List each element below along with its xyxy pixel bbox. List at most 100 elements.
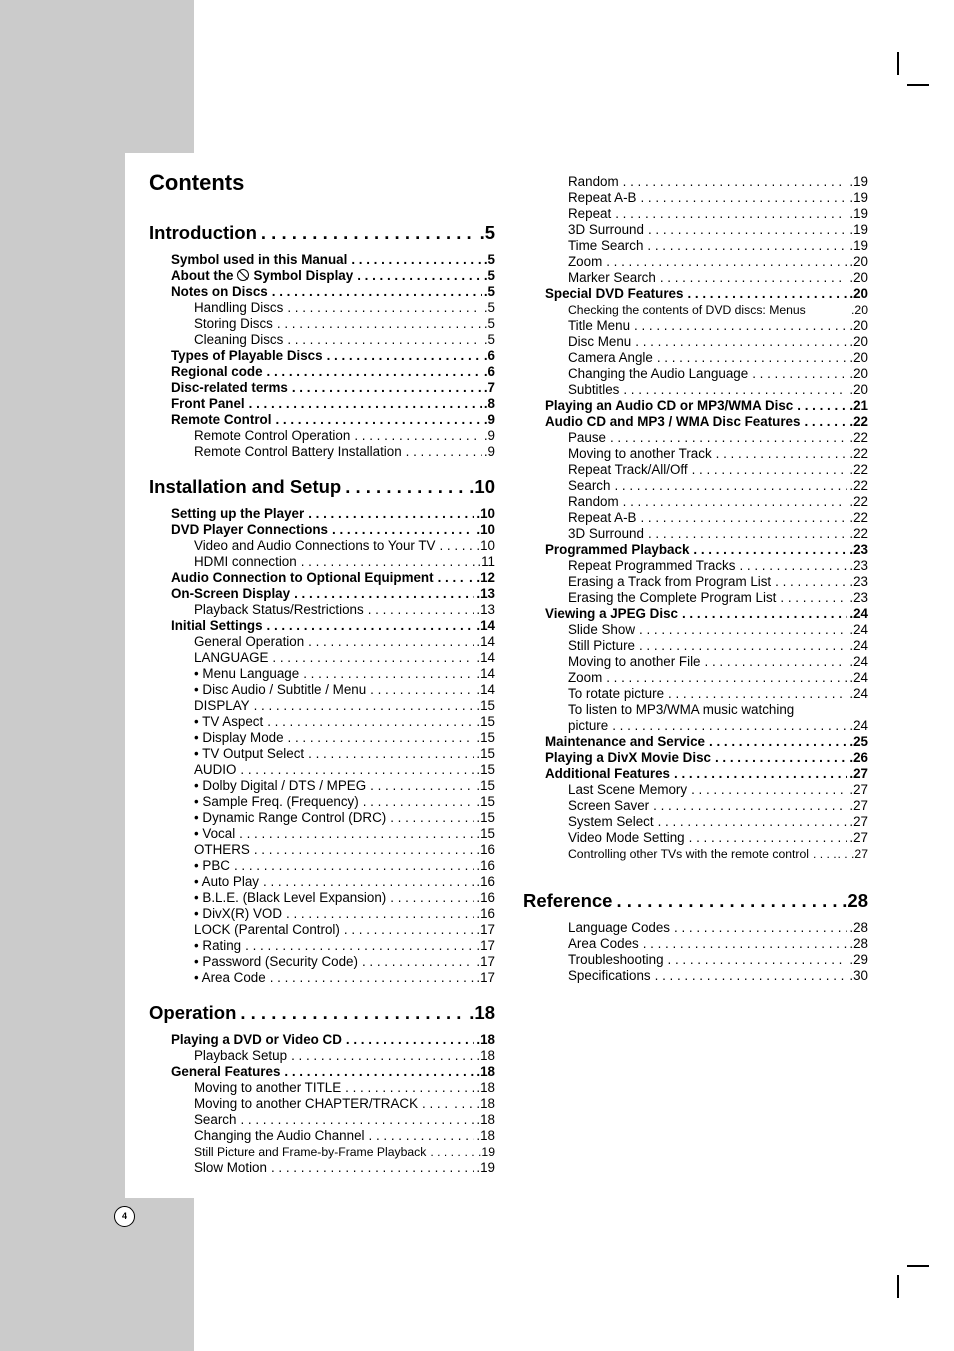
toc-entry[interactable]: Playing a DivX Movie Disc .26 bbox=[523, 750, 868, 766]
toc-subentry[interactable]: Changing the Audio Language .20 bbox=[523, 366, 868, 382]
toc-entry[interactable]: Programmed Playback .23 bbox=[523, 542, 868, 558]
toc-subentry[interactable]: Screen Saver .27 bbox=[523, 798, 868, 814]
toc-subentry[interactable]: Time Search .19 bbox=[523, 238, 868, 254]
toc-subentry[interactable]: Playback Setup .18 bbox=[149, 1048, 495, 1064]
toc-subentry[interactable]: Disc Menu .20 bbox=[523, 334, 868, 350]
toc-subentry[interactable]: • Menu Language .14 bbox=[149, 666, 495, 682]
toc-entry[interactable]: Playing a DVD or Video CD .18 bbox=[149, 1032, 495, 1048]
toc-subentry[interactable]: • PBC .16 bbox=[149, 858, 495, 874]
toc-subentry[interactable]: Video Mode Setting .27 bbox=[523, 830, 868, 846]
toc-subentry[interactable]: To listen to MP3/WMA music watching bbox=[523, 702, 868, 718]
toc-subentry[interactable]: Repeat Programmed Tracks .23 bbox=[523, 558, 868, 574]
toc-subentry[interactable]: • TV Output Select .15 bbox=[149, 746, 495, 762]
toc-subentry[interactable]: Erasing the Complete Program List .23 bbox=[523, 590, 868, 606]
toc-subentry[interactable]: System Select .27 bbox=[523, 814, 868, 830]
toc-subentry[interactable]: • Dolby Digital / DTS / MPEG .15 bbox=[149, 778, 495, 794]
toc-subentry[interactable]: HDMI connection .11 bbox=[149, 554, 495, 570]
toc-subentry[interactable]: Slide Show .24 bbox=[523, 622, 868, 638]
toc-subentry[interactable]: General Operation .14 bbox=[149, 634, 495, 650]
toc-subentry[interactable]: DISPLAY .15 bbox=[149, 698, 495, 714]
toc-entry[interactable]: Front Panel .8 bbox=[149, 396, 495, 412]
toc-subentry[interactable]: Language Codes .28 bbox=[523, 920, 868, 936]
toc-subentry[interactable]: Controlling other TVs with the remote co… bbox=[523, 846, 868, 862]
toc-subentry[interactable]: • DivX(R) VOD .16 bbox=[149, 906, 495, 922]
toc-subentry[interactable]: • Sample Freq. (Frequency) .15 bbox=[149, 794, 495, 810]
toc-entry[interactable]: Additional Features .27 bbox=[523, 766, 868, 782]
toc-entry[interactable]: Special DVD Features .20 bbox=[523, 286, 868, 302]
toc-subentry[interactable]: • TV Aspect .15 bbox=[149, 714, 495, 730]
toc-subentry[interactable]: Specifications .30 bbox=[523, 968, 868, 984]
toc-entry[interactable]: Disc-related terms .7 bbox=[149, 380, 495, 396]
toc-subentry[interactable]: • Rating .17 bbox=[149, 938, 495, 954]
toc-subentry[interactable]: Search .18 bbox=[149, 1112, 495, 1128]
toc-subentry[interactable]: Repeat Track/All/Off .22 bbox=[523, 462, 868, 478]
toc-subentry[interactable]: Search .22 bbox=[523, 478, 868, 494]
toc-subentry[interactable]: Remote Control Battery Installation .9 bbox=[149, 444, 495, 460]
toc-subentry[interactable]: OTHERS .16 bbox=[149, 842, 495, 858]
toc-entry[interactable]: Symbol used in this Manual .5 bbox=[149, 252, 495, 268]
toc-subentry[interactable]: picture .24 bbox=[523, 718, 868, 734]
toc-subentry[interactable]: 3D Surround .22 bbox=[523, 526, 868, 542]
toc-subentry[interactable]: Zoom .20 bbox=[523, 254, 868, 270]
toc-entry[interactable]: Audio CD and MP3 / WMA Disc Features . .2… bbox=[523, 414, 868, 430]
toc-subentry[interactable]: Video and Audio Connections to Your TV . … bbox=[149, 538, 495, 554]
toc-subentry[interactable]: Still Picture and Frame-by-Frame Playbac… bbox=[149, 1144, 495, 1160]
toc-entry[interactable]: Remote Control .9 bbox=[149, 412, 495, 428]
toc-subentry[interactable]: To rotate picture .24 bbox=[523, 686, 868, 702]
toc-entry[interactable]: About the Symbol Display .5 bbox=[149, 268, 495, 284]
toc-subentry[interactable]: Marker Search .20 bbox=[523, 270, 868, 286]
toc-subentry[interactable]: • Dynamic Range Control (DRC) .15 bbox=[149, 810, 495, 826]
toc-subentry[interactable]: • Display Mode .15 bbox=[149, 730, 495, 746]
toc-subentry[interactable]: • Disc Audio / Subtitle / Menu .14 bbox=[149, 682, 495, 698]
toc-subentry[interactable]: Cleaning Discs .5 bbox=[149, 332, 495, 348]
toc-section-heading[interactable]: Installation and Setup .10 bbox=[149, 474, 495, 500]
toc-entry[interactable]: On-Screen Display .13 bbox=[149, 586, 495, 602]
toc-subentry[interactable]: LANGUAGE .14 bbox=[149, 650, 495, 666]
toc-subentry[interactable]: Still Picture .24 bbox=[523, 638, 868, 654]
toc-entry[interactable]: General Features .18 bbox=[149, 1064, 495, 1080]
toc-entry[interactable]: Notes on Discs .5 bbox=[149, 284, 495, 300]
toc-subentry[interactable]: Random .22 bbox=[523, 494, 868, 510]
toc-subentry[interactable]: • Vocal .15 bbox=[149, 826, 495, 842]
toc-subentry[interactable]: Moving to another Track .22 bbox=[523, 446, 868, 462]
toc-entry[interactable]: Playing an Audio CD or MP3/WMA Disc . . .… bbox=[523, 398, 868, 414]
toc-entry[interactable]: Maintenance and Service .25 bbox=[523, 734, 868, 750]
toc-section-heading[interactable]: Operation .18 bbox=[149, 1000, 495, 1026]
toc-subentry[interactable]: Troubleshooting .29 bbox=[523, 952, 868, 968]
toc-subentry[interactable]: Last Scene Memory .27 bbox=[523, 782, 868, 798]
toc-subentry[interactable]: • Area Code .17 bbox=[149, 970, 495, 986]
toc-subentry[interactable]: Pause .22 bbox=[523, 430, 868, 446]
toc-section-heading[interactable]: Reference .28 bbox=[523, 888, 868, 914]
toc-subentry[interactable]: Subtitles .20 bbox=[523, 382, 868, 398]
toc-subentry[interactable]: Camera Angle .20 bbox=[523, 350, 868, 366]
toc-entry[interactable]: Regional code .6 bbox=[149, 364, 495, 380]
toc-subentry[interactable]: • Auto Play .16 bbox=[149, 874, 495, 890]
toc-subentry[interactable]: Zoom .24 bbox=[523, 670, 868, 686]
toc-subentry[interactable]: Handling Discs .5 bbox=[149, 300, 495, 316]
toc-entry[interactable]: Audio Connection to Optional Equipment . … bbox=[149, 570, 495, 586]
toc-subentry[interactable]: Slow Motion .19 bbox=[149, 1160, 495, 1176]
toc-subentry[interactable]: Moving to another TITLE .18 bbox=[149, 1080, 495, 1096]
toc-subentry[interactable]: Repeat .19 bbox=[523, 206, 868, 222]
toc-subentry[interactable]: 3D Surround .19 bbox=[523, 222, 868, 238]
toc-entry[interactable]: Setting up the Player .10 bbox=[149, 506, 495, 522]
toc-subentry[interactable]: Random .19 bbox=[523, 174, 868, 190]
toc-subentry[interactable]: • Password (Security Code) .17 bbox=[149, 954, 495, 970]
toc-subentry[interactable]: Moving to another File .24 bbox=[523, 654, 868, 670]
toc-subentry[interactable]: Moving to another CHAPTER/TRACK . . . .18 bbox=[149, 1096, 495, 1112]
toc-subentry[interactable]: Area Codes .28 bbox=[523, 936, 868, 952]
toc-section-heading[interactable]: Introduction .5 bbox=[149, 220, 495, 246]
toc-subentry[interactable]: Storing Discs .5 bbox=[149, 316, 495, 332]
toc-subentry[interactable]: Erasing a Track from Program List .23 bbox=[523, 574, 868, 590]
toc-subentry[interactable]: Repeat A-B .19 bbox=[523, 190, 868, 206]
toc-subentry[interactable]: AUDIO .15 bbox=[149, 762, 495, 778]
toc-subentry[interactable]: Remote Control Operation .9 bbox=[149, 428, 495, 444]
toc-entry[interactable]: DVD Player Connections .10 bbox=[149, 522, 495, 538]
toc-subentry[interactable]: Title Menu .20 bbox=[523, 318, 868, 334]
toc-subentry[interactable]: LOCK (Parental Control) .17 bbox=[149, 922, 495, 938]
toc-subentry[interactable]: Changing the Audio Channel .18 bbox=[149, 1128, 495, 1144]
toc-entry[interactable]: Types of Playable Discs .6 bbox=[149, 348, 495, 364]
toc-subentry[interactable]: Playback Status/Restrictions .13 bbox=[149, 602, 495, 618]
toc-subentry[interactable]: Checking the contents of DVD discs: Menu… bbox=[523, 302, 868, 318]
toc-subentry[interactable]: Repeat A-B .22 bbox=[523, 510, 868, 526]
